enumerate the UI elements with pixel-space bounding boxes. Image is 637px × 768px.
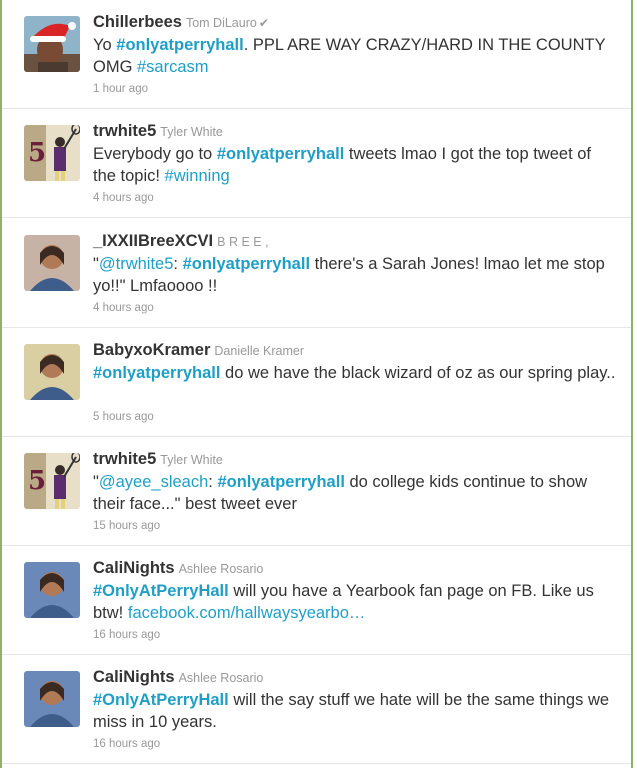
- full-name: Danielle Kramer: [214, 344, 305, 358]
- tweet-header: _IXXIIBreeXCVI B R E E ,: [93, 232, 269, 251]
- hashtag-link[interactable]: #OnlyAtPerryHall: [93, 582, 229, 600]
- tweet-header: Chillerbees Tom DiLauro ✔: [93, 13, 269, 32]
- full-name: B R E E ,: [217, 235, 269, 249]
- screen-name-link[interactable]: Chillerbees: [93, 13, 182, 31]
- tweet-text: Yo #onlyatperryhall. PPL ARE WAY CRAZY/H…: [93, 34, 618, 78]
- avatar-portrait-icon[interactable]: [24, 671, 80, 727]
- hashtag-link[interactable]: #winning: [165, 167, 230, 185]
- tweet-header: CaliNights Ashlee Rosario: [93, 559, 263, 578]
- full-name: Tom DiLauro: [185, 16, 257, 30]
- svg-text:5: 5: [28, 138, 46, 168]
- tweet-header: CaliNights Ashlee Rosario: [93, 668, 263, 687]
- hashtag-link[interactable]: #onlyatperryhall: [217, 473, 344, 491]
- tweet-item[interactable]: Chillerbees Tom DiLauro ✔ Yo #onlyatperryha…: [2, 0, 631, 109]
- tweet-text: Everybody go to #onlyatperryhall tweets …: [93, 143, 618, 187]
- timestamp-link[interactable]: 4 hours ago: [93, 192, 154, 204]
- tweet-text: "@trwhite5: #onlyatperryhall there's a S…: [93, 253, 618, 297]
- screen-name-link[interactable]: _IXXIIBreeXCVI: [93, 232, 213, 250]
- avatar-portrait-icon[interactable]: [24, 235, 80, 291]
- tweet-text-segment: Yo: [93, 36, 117, 54]
- hashtag-link[interactable]: #onlyatperryhall: [93, 364, 220, 382]
- tweet-item[interactable]: CaliNights Ashlee Rosario #OnlyAtPerryHall…: [2, 546, 631, 655]
- tweet-header: BabyxoKramer Danielle Kramer: [93, 341, 304, 360]
- mention-link[interactable]: @trwhite5: [99, 255, 174, 273]
- tweet-item[interactable]: 5 trwhite5 Tyler White Everybody go to #onl…: [2, 109, 631, 218]
- tweet-header: trwhite5 Tyler White: [93, 450, 223, 469]
- mention-link[interactable]: @ayee_sleach: [99, 473, 208, 491]
- avatar-portrait-icon[interactable]: [24, 344, 80, 400]
- tweet-item[interactable]: _IXXIIBreeXCVI B R E E , "@trwhite5: #only…: [2, 219, 631, 328]
- screen-name-link[interactable]: trwhite5: [93, 122, 156, 140]
- tweet-header: trwhite5 Tyler White: [93, 122, 223, 141]
- timestamp-link[interactable]: 15 hours ago: [93, 520, 160, 532]
- hashtag-link[interactable]: #onlyatperryhall: [183, 255, 310, 273]
- tweet-text-segment: do we have the black wizard of oz as our…: [220, 364, 616, 382]
- tweet-text-segment: :: [173, 255, 183, 273]
- timestamp-link[interactable]: 1 hour ago: [93, 83, 148, 95]
- checkmark-icon: ✔: [258, 16, 269, 30]
- screen-name-link[interactable]: CaliNights: [93, 559, 175, 577]
- tweet-text-segment: Everybody go to: [93, 145, 217, 163]
- avatar-lacrosse-icon[interactable]: 5: [24, 453, 80, 509]
- screen-name-link[interactable]: trwhite5: [93, 450, 156, 468]
- tweet-item[interactable]: CaliNights Ashlee Rosario #OnlyAtPerryHall…: [2, 655, 631, 764]
- hashtag-link[interactable]: #sarcasm: [137, 58, 209, 76]
- full-name: Tyler White: [160, 453, 223, 467]
- full-name: Tyler White: [160, 125, 223, 139]
- svg-text:5: 5: [28, 466, 46, 496]
- tweet-text: #OnlyAtPerryHall will the say stuff we h…: [93, 689, 618, 733]
- timestamp-link[interactable]: 5 hours ago: [93, 411, 154, 423]
- screen-name-link[interactable]: BabyxoKramer: [93, 341, 210, 359]
- avatar-lacrosse-icon[interactable]: 5: [24, 125, 80, 181]
- tweet-item[interactable]: BabyxoKramer Danielle Kramer #onlyatperryh…: [2, 328, 631, 437]
- timestamp-link[interactable]: 16 hours ago: [93, 629, 160, 641]
- hashtag-link[interactable]: #OnlyAtPerryHall: [93, 691, 229, 709]
- tweet-text: "@ayee_sleach: #onlyatperryhall do colle…: [93, 471, 618, 515]
- avatar-portrait-icon[interactable]: [24, 562, 80, 618]
- screen-name-link[interactable]: CaliNights: [93, 668, 175, 686]
- tweet-item[interactable]: 5 trwhite5 Tyler White "@ayee_sleach: #only…: [2, 437, 631, 546]
- full-name: Ashlee Rosario: [178, 562, 264, 576]
- avatar-santa-hat-icon[interactable]: [24, 16, 80, 72]
- tweet-text: #OnlyAtPerryHall will you have a Yearboo…: [93, 580, 618, 624]
- tweet-feed: Chillerbees Tom DiLauro ✔ Yo #onlyatperryha…: [0, 0, 633, 768]
- full-name: Ashlee Rosario: [178, 671, 264, 685]
- tweet-text: #onlyatperryhall do we have the black wi…: [93, 362, 618, 384]
- hashtag-link[interactable]: #onlyatperryhall: [116, 36, 243, 54]
- url-link[interactable]: facebook.com/hallwaysyearbo…: [128, 604, 366, 622]
- hashtag-link[interactable]: #onlyatperryhall: [217, 145, 344, 163]
- timestamp-link[interactable]: 16 hours ago: [93, 738, 160, 750]
- timestamp-link[interactable]: 4 hours ago: [93, 302, 154, 314]
